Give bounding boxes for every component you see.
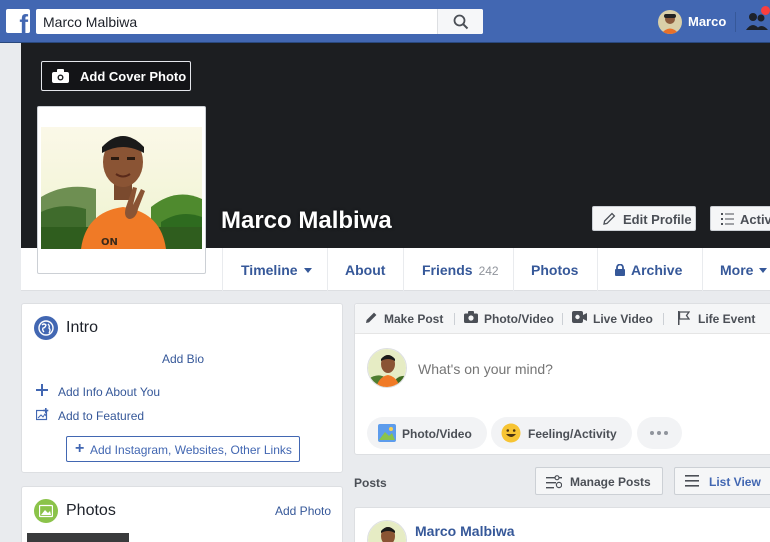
tab-about-label: About	[345, 262, 386, 278]
profile-picture-frame[interactable]: ON	[37, 106, 206, 274]
activity-log-label: Activity Log	[740, 212, 770, 227]
tab-photos-label: Photos	[531, 262, 579, 278]
list-icon	[721, 213, 734, 225]
tab-friends[interactable]: Friends 242	[403, 248, 513, 291]
notification-badge	[761, 6, 770, 15]
chevron-down-icon	[759, 268, 768, 273]
tab-friends-label: Friends	[422, 262, 473, 278]
tab-photos[interactable]: Photos	[513, 248, 597, 291]
avatar	[658, 10, 682, 34]
lock-icon	[615, 263, 625, 276]
tab-about[interactable]: About	[327, 248, 404, 291]
list-icon	[685, 475, 699, 487]
manage-posts-button[interactable]: Manage Posts	[535, 467, 663, 495]
nav-divider	[735, 12, 736, 32]
facebook-logo[interactable]: f	[6, 9, 30, 33]
add-cover-photo-button[interactable]: Add Cover Photo	[41, 61, 191, 91]
tab-more-label: More	[720, 262, 754, 278]
feeling-activity-pill[interactable]: Feeling/Activity	[491, 417, 632, 449]
add-links-button[interactable]: + Add Instagram, Websites, Other Links	[66, 436, 300, 462]
intro-title: Intro	[66, 319, 99, 336]
globe-icon	[34, 316, 58, 340]
pencil-icon	[366, 312, 377, 323]
photo-video-pill[interactable]: Photo/Video	[367, 417, 487, 449]
edit-profile-label: Edit Profile	[623, 212, 692, 227]
avatar	[367, 348, 407, 388]
camera-icon	[52, 69, 69, 83]
post-author-name[interactable]: Marco Malbiwa	[415, 523, 515, 539]
composer-divider	[663, 313, 664, 325]
plus-icon: +	[75, 440, 85, 457]
avatar[interactable]	[367, 520, 407, 542]
video-camera-icon	[572, 311, 587, 323]
more-options-button[interactable]	[637, 417, 682, 449]
list-view-button[interactable]: List View	[674, 467, 770, 495]
chevron-down-icon	[303, 268, 312, 273]
svg-text:ON: ON	[101, 237, 118, 248]
smiley-icon	[501, 423, 521, 443]
composer-divider	[562, 313, 563, 325]
posts-heading: Posts	[354, 476, 387, 490]
photo-thumbnail[interactable]	[27, 533, 129, 542]
plus-icon	[36, 384, 48, 396]
composer-divider	[454, 313, 455, 325]
search-button[interactable]	[437, 9, 483, 34]
tab-archive[interactable]: Archive	[597, 248, 702, 291]
tab-archive-label: Archive	[631, 262, 683, 278]
flag-icon	[678, 311, 690, 325]
photos-title: Photos	[66, 502, 116, 519]
add-photo-link[interactable]: Add Photo	[275, 504, 331, 518]
featured-photo-icon	[36, 408, 49, 421]
friends-count: 242	[478, 264, 499, 278]
search-input[interactable]	[36, 9, 436, 34]
add-bio-link[interactable]: Add Bio	[162, 352, 204, 366]
user-name: Marco	[688, 14, 727, 29]
photos-card: Photos Add Photo	[21, 486, 343, 542]
more-icon	[650, 431, 668, 435]
profile-picture: ON	[41, 127, 202, 249]
status-input[interactable]	[418, 361, 718, 377]
top-navigation-bar: f Marco	[0, 0, 770, 43]
settings-sliders-icon	[546, 475, 562, 489]
profile-name[interactable]: Marco Malbiwa	[221, 207, 392, 235]
tab-timeline-label: Timeline	[241, 262, 298, 278]
composer-tabs: Make Post Photo/Video Live Video Life Ev…	[355, 304, 770, 334]
edit-profile-button[interactable]: Edit Profile	[592, 206, 696, 231]
add-cover-photo-label: Add Cover Photo	[80, 69, 187, 84]
post-card: Marco Malbiwa	[354, 507, 770, 542]
camera-icon	[464, 311, 478, 323]
activity-log-button[interactable]: Activity Log	[710, 206, 770, 231]
photo-icon	[378, 424, 396, 442]
search-box	[36, 9, 483, 34]
tab-more[interactable]: More	[702, 248, 770, 291]
pencil-icon	[603, 212, 616, 225]
intro-card: Intro Add Bio Add Info About You Add to …	[21, 303, 343, 473]
search-icon	[453, 14, 469, 30]
photos-icon	[34, 499, 58, 523]
post-composer: Make Post Photo/Video Live Video Life Ev…	[354, 303, 770, 455]
